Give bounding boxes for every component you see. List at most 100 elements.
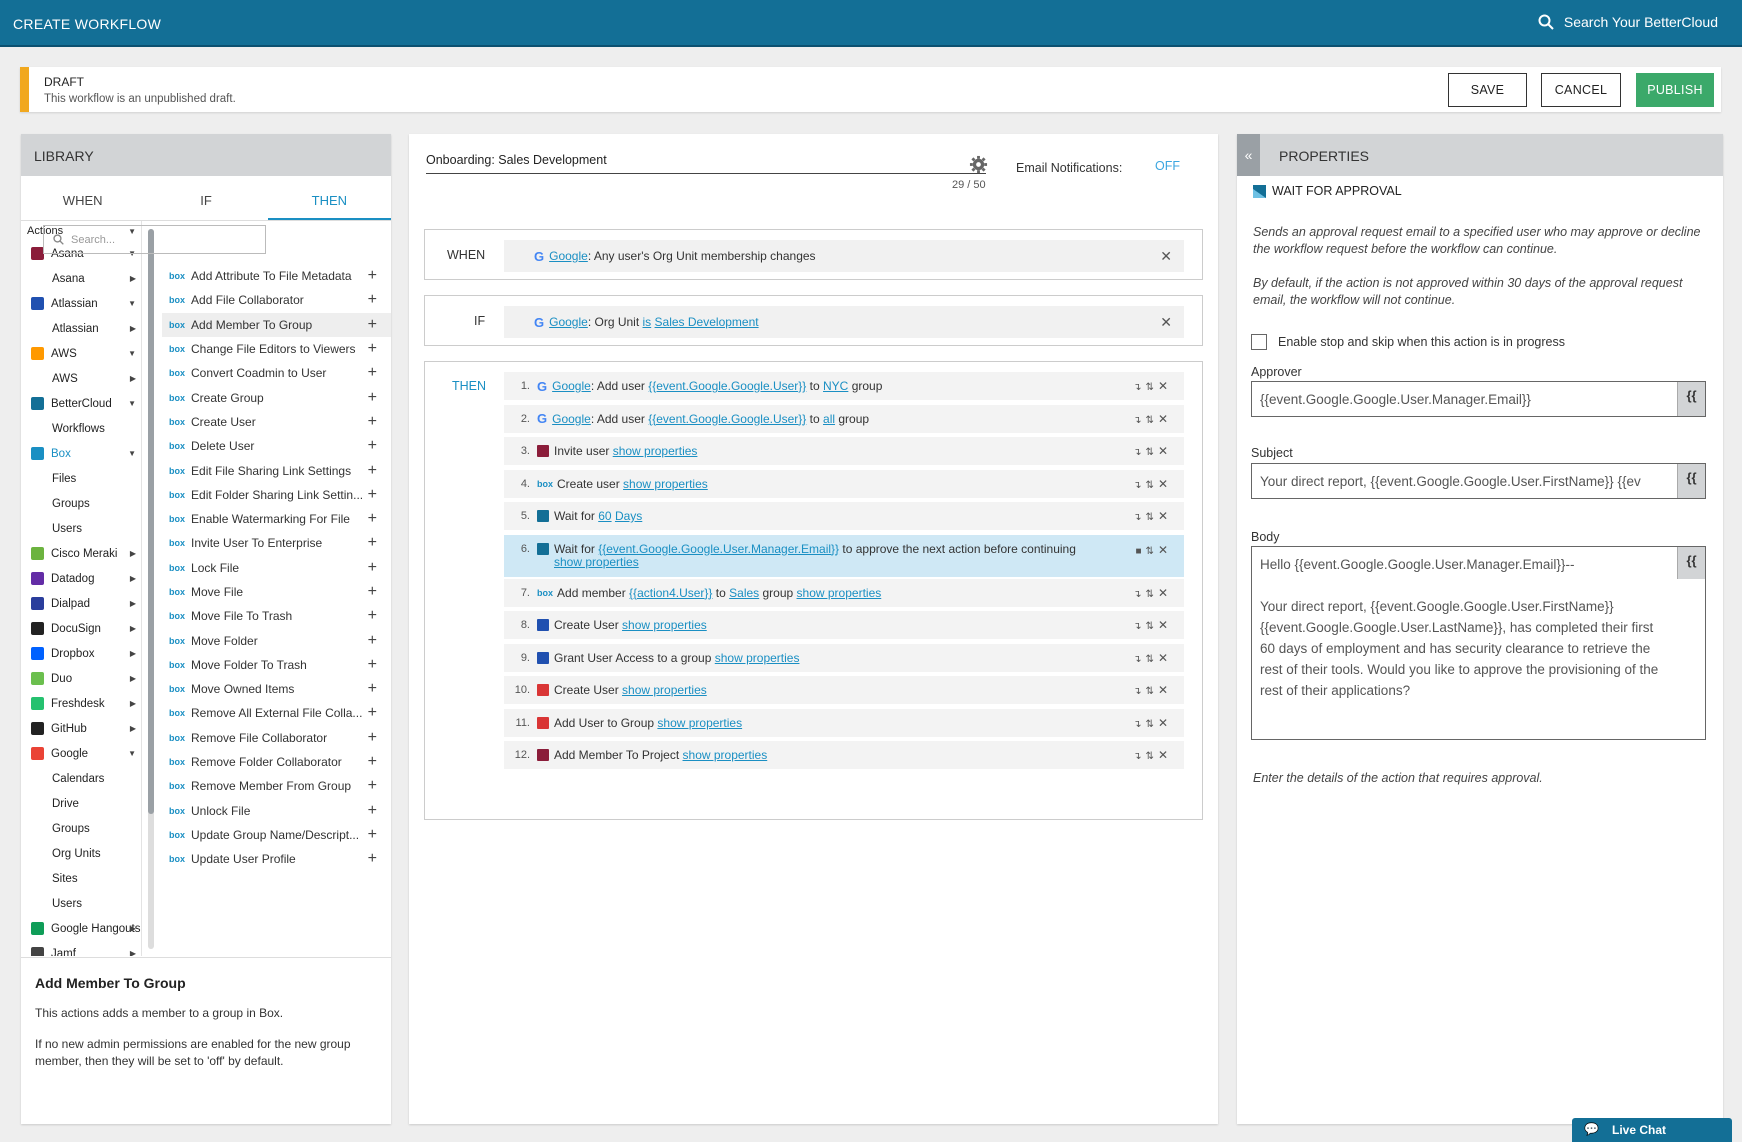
action-item[interactable]: box Remove Member From Group + bbox=[162, 774, 391, 798]
chevron-right-icon[interactable]: ▶ bbox=[130, 674, 136, 683]
move-icon[interactable]: ↴ bbox=[1133, 415, 1145, 426]
add-icon[interactable]: + bbox=[368, 267, 377, 285]
action-item[interactable]: box Remove Folder Collaborator + bbox=[162, 750, 391, 774]
close-icon[interactable]: ✕ bbox=[1158, 618, 1172, 632]
action-item[interactable]: box Update Group Name/Descript... + bbox=[162, 823, 391, 847]
action-item[interactable]: box Add Attribute To File Metadata + bbox=[162, 264, 391, 288]
global-search[interactable]: Search Your BetterCloud bbox=[1538, 14, 1718, 30]
category-sub-drive[interactable]: Drive bbox=[21, 791, 141, 816]
step-link[interactable]: show properties bbox=[622, 618, 707, 632]
add-icon[interactable]: + bbox=[368, 777, 377, 795]
collapse-icon[interactable]: « bbox=[1237, 134, 1260, 176]
stop-skip-checkbox-row[interactable]: Enable stop and skip when this action is… bbox=[1251, 334, 1565, 350]
category-scrollbar[interactable] bbox=[148, 229, 154, 949]
action-item[interactable]: box Unlock File + bbox=[162, 799, 391, 823]
add-icon[interactable]: + bbox=[368, 583, 377, 601]
add-icon[interactable]: + bbox=[368, 607, 377, 625]
workflow-step[interactable]: 5. Wait for 60 Days ↴⇅✕ bbox=[504, 502, 1184, 530]
close-icon[interactable]: ✕ bbox=[1158, 748, 1172, 762]
category-sub-users[interactable]: Users bbox=[21, 891, 141, 916]
chevron-right-icon[interactable]: ▶ bbox=[130, 699, 136, 708]
if-operator-link[interactable]: is bbox=[643, 315, 652, 329]
add-icon[interactable]: + bbox=[368, 534, 377, 552]
move-icon[interactable]: ↴ bbox=[1133, 512, 1145, 523]
chevron-right-icon[interactable]: ▶ bbox=[130, 274, 136, 283]
move-icon[interactable]: ↴ bbox=[1133, 686, 1145, 697]
template-variable-button[interactable]: {{ bbox=[1677, 382, 1705, 416]
action-item[interactable]: box Create User + bbox=[162, 410, 391, 434]
swap-icon[interactable]: ⇅ bbox=[1146, 546, 1158, 557]
category-aws[interactable]: AWS ▼ bbox=[21, 341, 141, 366]
chevron-down-icon[interactable]: ▼ bbox=[128, 299, 136, 308]
action-item[interactable]: box Remove File Collaborator + bbox=[162, 726, 391, 750]
step-link[interactable]: show properties bbox=[715, 651, 800, 665]
category-atlassian[interactable]: Atlassian ▼ bbox=[21, 291, 141, 316]
step-link[interactable]: show properties bbox=[797, 586, 882, 600]
category-sub-atlassian[interactable]: Atlassian ▶ bbox=[21, 316, 141, 341]
step-link[interactable]: all bbox=[823, 412, 835, 426]
step-link[interactable]: show properties bbox=[623, 477, 708, 491]
chevron-down-icon[interactable]: ▼ bbox=[128, 749, 136, 758]
swap-icon[interactable]: ⇅ bbox=[1146, 654, 1158, 665]
action-item[interactable]: box Enable Watermarking For File + bbox=[162, 507, 391, 531]
step-link[interactable]: {{event.Google.Google.User.Manager.Email… bbox=[598, 542, 839, 556]
category-google-hangouts[interactable]: Google Hangouts ▶ bbox=[21, 916, 141, 941]
step-link[interactable]: {{action4.User}} bbox=[629, 586, 712, 600]
when-app-link[interactable]: Google bbox=[549, 249, 588, 263]
step-link[interactable]: NYC bbox=[823, 379, 848, 393]
save-button[interactable]: SAVE bbox=[1448, 73, 1527, 107]
category-sub-users[interactable]: Users bbox=[21, 516, 141, 541]
move-icon[interactable]: ↴ bbox=[1133, 447, 1145, 458]
action-item[interactable]: box Move File + bbox=[162, 580, 391, 604]
step-link[interactable]: 60 bbox=[598, 509, 611, 523]
close-icon[interactable]: ✕ bbox=[1158, 543, 1172, 557]
chevron-right-icon[interactable]: ▶ bbox=[130, 574, 136, 583]
close-icon[interactable]: ✕ bbox=[1158, 379, 1172, 393]
add-icon[interactable]: + bbox=[368, 704, 377, 722]
step-link[interactable]: show properties bbox=[657, 716, 742, 730]
chevron-right-icon[interactable]: ▶ bbox=[130, 649, 136, 658]
step-link[interactable]: Days bbox=[615, 509, 642, 523]
action-item[interactable]: box Remove All External File Colla... + bbox=[162, 701, 391, 725]
swap-icon[interactable]: ⇅ bbox=[1146, 621, 1158, 632]
action-search-input[interactable]: Search... bbox=[43, 225, 266, 254]
category-sub-groups[interactable]: Groups bbox=[21, 816, 141, 841]
move-icon[interactable]: ↴ bbox=[1133, 654, 1145, 665]
close-icon[interactable]: ✕ bbox=[1158, 586, 1172, 600]
chevron-right-icon[interactable]: ▶ bbox=[130, 949, 136, 956]
close-icon[interactable]: ✕ bbox=[1158, 477, 1172, 491]
template-variable-button[interactable]: {{ bbox=[1677, 464, 1705, 498]
action-item[interactable]: box Move File To Trash + bbox=[162, 604, 391, 628]
workflow-step[interactable]: 7. box Add member {{action4.User}} to Sale… bbox=[504, 578, 1184, 607]
if-condition[interactable]: G Google : Org Unit is Sales Development… bbox=[504, 306, 1184, 338]
close-icon[interactable]: ✕ bbox=[1158, 716, 1172, 730]
swap-icon[interactable]: ⇅ bbox=[1146, 719, 1158, 730]
action-item[interactable]: box Edit Folder Sharing Link Settin... + bbox=[162, 483, 391, 507]
action-item[interactable]: box Lock File + bbox=[162, 556, 391, 580]
category-sub-aws[interactable]: AWS ▶ bbox=[21, 366, 141, 391]
step-link[interactable]: show properties bbox=[613, 444, 698, 458]
tab-when[interactable]: WHEN bbox=[21, 176, 144, 220]
action-item[interactable]: box Move Folder To Trash + bbox=[162, 653, 391, 677]
when-condition[interactable]: G Google : Any user's Org Unit membershi… bbox=[504, 240, 1184, 272]
close-icon[interactable]: ✕ bbox=[1158, 509, 1172, 523]
add-icon[interactable]: + bbox=[368, 753, 377, 771]
add-icon[interactable]: + bbox=[368, 656, 377, 674]
chevron-down-icon[interactable]: ▼ bbox=[128, 349, 136, 358]
move-icon[interactable]: ↴ bbox=[1133, 719, 1145, 730]
category-box[interactable]: Box ▼ bbox=[21, 441, 141, 466]
action-item[interactable]: box Add Member To Group + bbox=[162, 312, 391, 337]
chevron-right-icon[interactable]: ▶ bbox=[130, 724, 136, 733]
workflow-step[interactable]: 9. Grant User Access to a group show prop… bbox=[504, 643, 1184, 672]
workflow-step[interactable]: 6. Wait for {{event.Google.Google.User.Ma… bbox=[504, 534, 1184, 577]
action-item[interactable]: box Invite User To Enterprise + bbox=[162, 531, 391, 555]
category-google[interactable]: Google ▼ bbox=[21, 741, 141, 766]
chevron-right-icon[interactable]: ▶ bbox=[130, 324, 136, 333]
workflow-step[interactable]: 3. Invite user show properties ↴⇅✕ bbox=[504, 437, 1184, 465]
category-sub-asana[interactable]: Asana ▶ bbox=[21, 266, 141, 291]
category-sub-sites[interactable]: Sites bbox=[21, 866, 141, 891]
action-item[interactable]: box Move Folder + bbox=[162, 628, 391, 652]
scrollbar-thumb[interactable] bbox=[148, 229, 154, 814]
category-dropbox[interactable]: Dropbox ▶ bbox=[21, 641, 141, 666]
chevron-down-icon[interactable]: ▼ bbox=[128, 399, 136, 408]
